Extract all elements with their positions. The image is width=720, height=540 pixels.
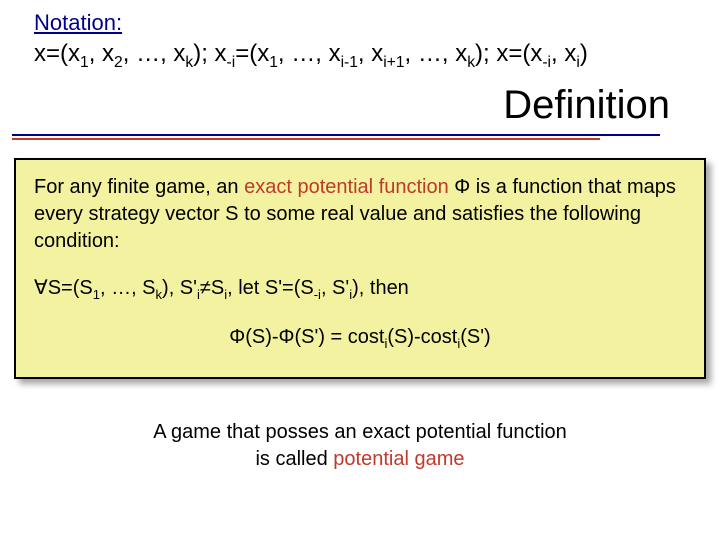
notation-label: Notation: (34, 10, 686, 36)
term-potential-function: exact potential function (244, 176, 449, 198)
title-underline (12, 134, 660, 140)
txt: , …, x (278, 40, 341, 67)
txt: (S)-cost (387, 326, 457, 348)
txt: , x (89, 40, 114, 67)
sub: k (467, 54, 475, 71)
neq-symbol: ≠ (200, 277, 211, 299)
forall-symbol: ∀ (34, 277, 48, 299)
txt: Φ(S)-Φ(S') = cost (229, 326, 384, 348)
definition-formula-line2: Φ(S)-Φ(S') = costi(S)-costi(S') (34, 326, 686, 351)
txt: S (211, 277, 224, 299)
definition-formula-line1: ∀S=(S1, …, Sk), S'i≠Si, let S'=(S-i, S'i… (34, 275, 686, 302)
sub: -i (227, 54, 236, 71)
txt: , let S'=(S (227, 277, 314, 299)
sub: i-1 (341, 54, 358, 71)
txt: , S' (321, 277, 349, 299)
slide: Notation: x=(x1, x2, …, xk); x-i=(x1, …,… (0, 0, 720, 540)
footer-note: A game that posses an exact potential fu… (0, 419, 720, 473)
txt: For any finite game, an (34, 176, 244, 198)
txt: ), S' (162, 277, 197, 299)
txt: ); x=(x (475, 40, 542, 67)
sub: 1 (269, 54, 278, 71)
sub: 2 (114, 54, 123, 71)
txt: , …, x (123, 40, 186, 67)
txt: (S') (460, 326, 490, 348)
txt: is called (255, 448, 333, 470)
sub: 1 (93, 287, 100, 302)
txt: , x (358, 40, 383, 67)
sub: 1 (80, 54, 89, 71)
sub: -i (314, 287, 321, 302)
txt: ) (580, 40, 588, 67)
definition-box: For any finite game, an exact potential … (14, 158, 706, 379)
txt: S=(S (48, 277, 93, 299)
txt: =(x (235, 40, 269, 67)
definition-paragraph: For any finite game, an exact potential … (34, 174, 686, 255)
txt: , …, S (100, 277, 156, 299)
underline-blue (12, 134, 660, 136)
notation-line: x=(x1, x2, …, xk); x-i=(x1, …, xi-1, xi+… (34, 38, 686, 73)
txt: x=(x (34, 40, 80, 67)
txt: ), then (352, 277, 409, 299)
sub: i+1 (383, 54, 404, 71)
underline-red (12, 138, 600, 140)
txt: , …, x (405, 40, 468, 67)
txt: , x (551, 40, 576, 67)
txt: A game that posses an exact potential fu… (153, 421, 567, 443)
term-potential-game: potential game (333, 448, 464, 470)
txt: ); x (193, 40, 226, 67)
notation-block: Notation: x=(x1, x2, …, xk); x-i=(x1, …,… (0, 10, 720, 73)
page-title: Definition (0, 73, 720, 128)
sub: -i (542, 54, 551, 71)
